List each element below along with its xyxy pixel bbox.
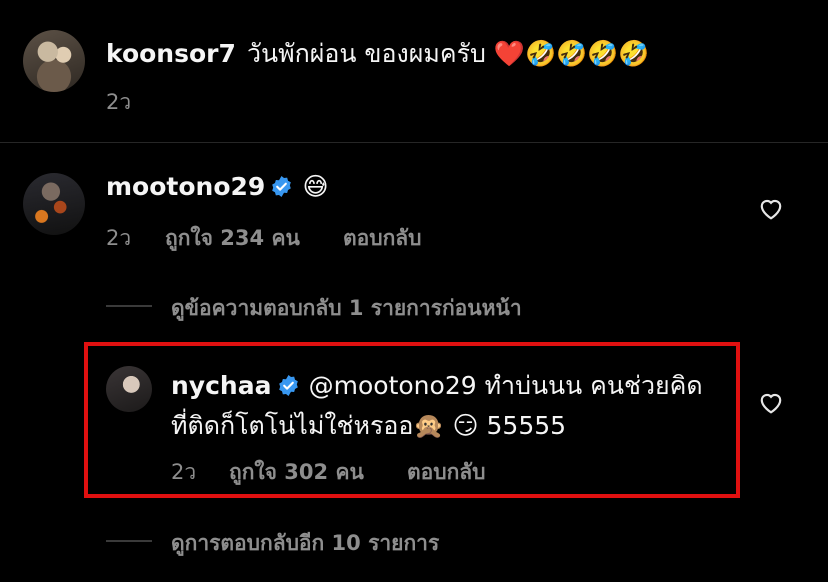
username-mootono29[interactable]: mootono29 — [106, 172, 265, 201]
comment-2: mootono29 😅 — [106, 172, 329, 201]
reply-button[interactable]: ตอบกลับ — [407, 456, 486, 489]
verified-badge-icon — [278, 374, 298, 397]
replies-divider-line — [106, 540, 152, 542]
reply-text-line-1: @mootono29 ทำบ่นนน คนช่วยคิด — [308, 371, 703, 400]
comment-text: วันพักผ่อน ของผมครับ ❤️🤣🤣🤣🤣 — [246, 39, 650, 68]
reply-text-line-2: ที่ติดก็โตโน่ไม่ใช่หรออ🙊 😏 55555 — [171, 411, 567, 440]
reply-button[interactable]: ตอบกลับ — [343, 222, 422, 255]
username-nychaa[interactable]: nychaa — [171, 371, 271, 400]
verified-badge-icon — [272, 175, 292, 198]
divider — [0, 142, 828, 143]
replies-divider-line — [106, 305, 152, 307]
likes-count[interactable]: ถูกใจ 234 คน — [165, 222, 300, 255]
heart-icon[interactable] — [758, 390, 784, 414]
comment-time: 2ว — [106, 226, 132, 250]
view-previous-replies-button[interactable]: ดูข้อความตอบกลับ 1 รายการก่อนหน้า — [171, 292, 522, 325]
comment-time: 2ว — [106, 90, 132, 114]
avatar-nychaa[interactable] — [106, 366, 152, 412]
comment-1: koonsor7 วันพักผ่อน ของผมครับ ❤️🤣🤣🤣🤣 — [106, 34, 649, 74]
comment-text: 😅 — [302, 172, 329, 201]
avatar-koonsor7[interactable] — [23, 30, 85, 92]
heart-icon[interactable] — [758, 196, 784, 220]
view-more-replies-button[interactable]: ดูการตอบกลับอีก 10 รายการ — [171, 527, 439, 560]
reply-comment: nychaa @mootono29 ทำบ่นนน คนช่วยคิด — [171, 366, 703, 406]
likes-count[interactable]: ถูกใจ 302 คน — [229, 456, 364, 489]
username-koonsor7[interactable]: koonsor7 — [106, 39, 236, 68]
avatar-mootono29[interactable] — [23, 173, 85, 235]
reply-time: 2ว — [171, 460, 197, 484]
